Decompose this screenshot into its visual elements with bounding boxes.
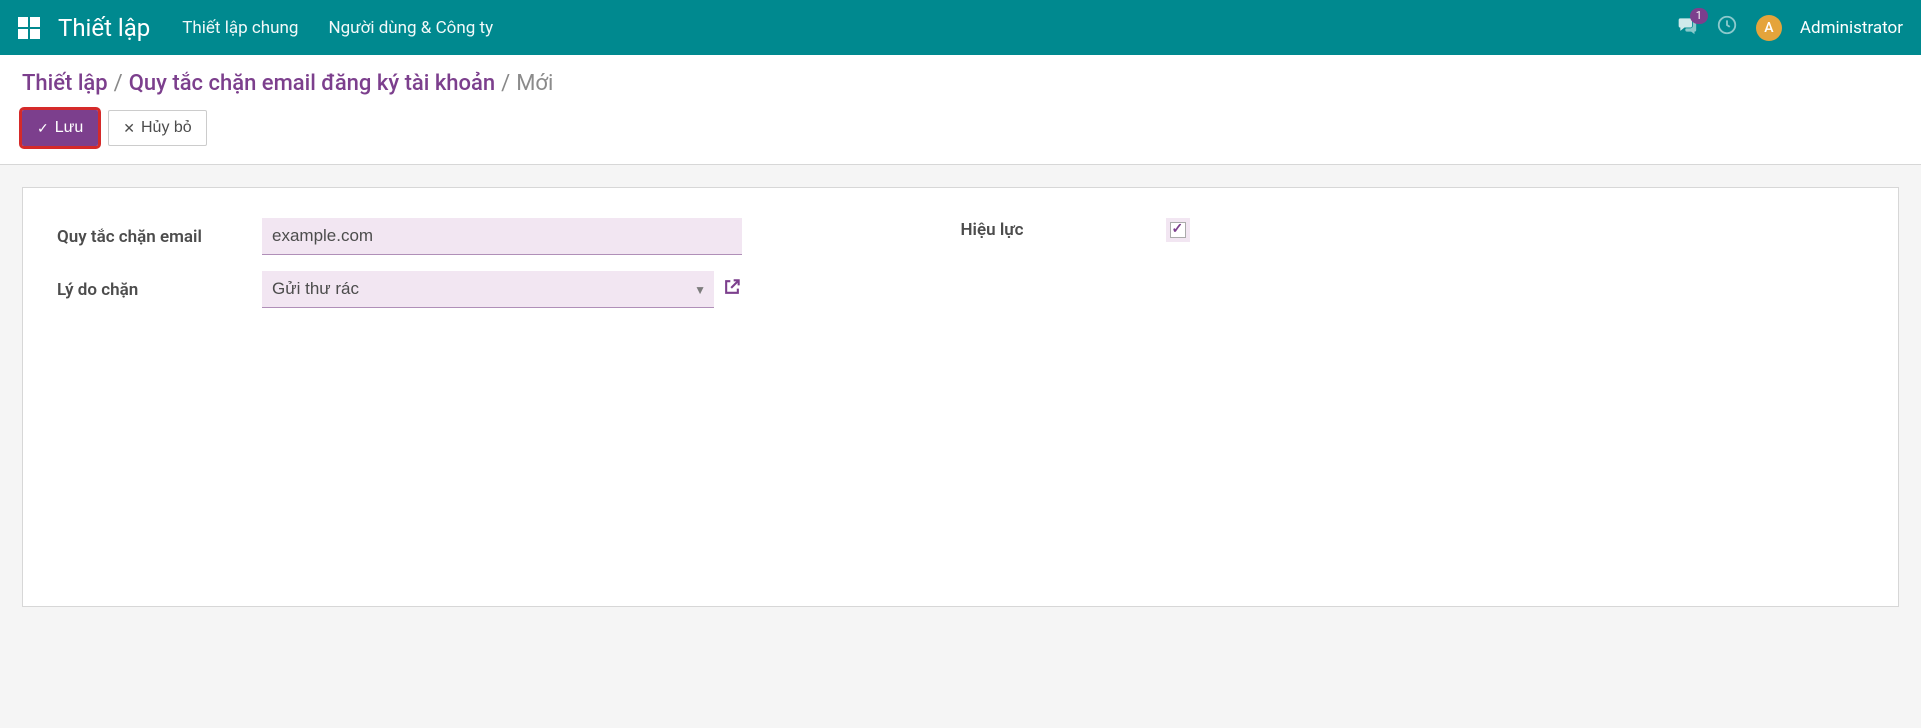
notification-badge: 1 [1690,8,1708,24]
field-active: Hiệu lực [961,218,1865,242]
form-right-column: Hiệu lực [961,218,1865,324]
checkbox-active[interactable] [1170,222,1186,238]
brand-title[interactable]: Thiết lập [58,14,150,42]
close-icon: ✕ [123,120,135,137]
discard-button[interactable]: ✕ Hủy bỏ [108,110,206,146]
form-left-column: Quy tắc chặn email Lý do chặn ▼ [57,218,961,324]
user-menu[interactable]: Administrator [1800,18,1903,38]
breadcrumb-separator: / [501,71,510,96]
input-block-rule[interactable] [262,218,742,255]
breadcrumb-separator: / [114,71,123,96]
label-block-reason: Lý do chặn [57,280,262,300]
save-button[interactable]: ✓ Lưu [22,110,98,146]
select-block-reason[interactable] [262,271,714,308]
label-active: Hiệu lực [961,220,1166,240]
field-block-rule: Quy tắc chặn email [57,218,961,255]
avatar[interactable]: A [1756,15,1782,41]
breadcrumb-current: Mới [516,71,553,96]
field-block-reason: Lý do chặn ▼ [57,271,961,308]
breadcrumb-item-settings[interactable]: Thiết lập [22,71,108,96]
top-navbar: Thiết lập Thiết lập chung Người dùng & C… [0,0,1921,55]
nav-link-general-settings[interactable]: Thiết lập chung [182,18,298,38]
apps-icon[interactable] [18,17,40,39]
control-buttons: ✓ Lưu ✕ Hủy bỏ [22,110,1899,146]
nav-right: 1 A Administrator [1676,14,1903,41]
discard-button-label: Hủy bỏ [141,119,192,137]
content: Quy tắc chặn email Lý do chặn ▼ [0,165,1921,629]
form-sheet: Quy tắc chặn email Lý do chặn ▼ [22,187,1899,607]
check-icon: ✓ [37,120,49,137]
breadcrumb-item-rules[interactable]: Quy tắc chặn email đăng ký tài khoản [129,71,495,96]
messaging-menu[interactable]: 1 [1676,15,1698,40]
save-button-label: Lưu [55,119,84,137]
nav-link-users-company[interactable]: Người dùng & Công ty [328,18,493,38]
external-link-icon[interactable] [722,277,742,302]
activity-icon[interactable] [1716,14,1738,41]
control-panel: Thiết lập / Quy tắc chặn email đăng ký t… [0,55,1921,165]
breadcrumb: Thiết lập / Quy tắc chặn email đăng ký t… [22,71,1899,96]
label-block-rule: Quy tắc chặn email [57,227,262,247]
